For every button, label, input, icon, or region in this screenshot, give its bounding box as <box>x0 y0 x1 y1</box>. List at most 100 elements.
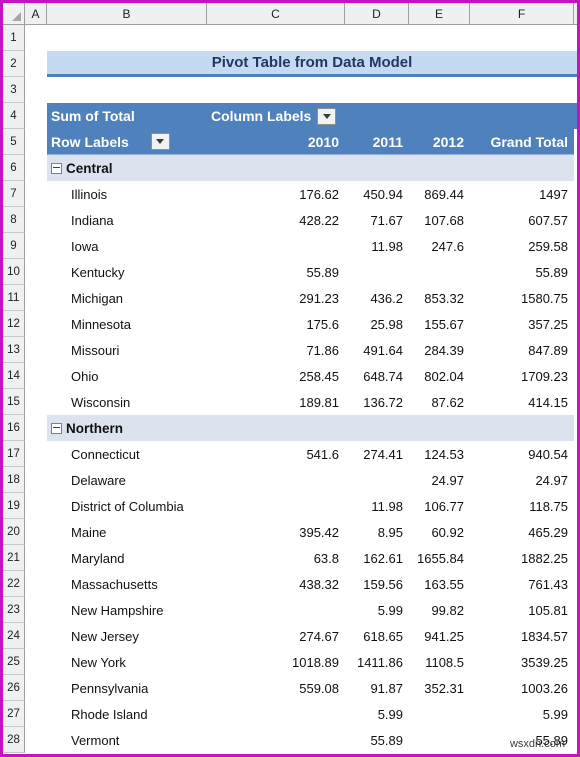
empty-cell[interactable] <box>470 77 574 103</box>
value-cell-v2010[interactable]: 55.89 <box>207 259 345 285</box>
empty-cell[interactable] <box>25 597 47 623</box>
value-cell-v2012[interactable]: 155.67 <box>409 311 470 337</box>
row-label-cell[interactable]: Delaware <box>47 467 207 493</box>
empty-cell[interactable] <box>470 25 574 51</box>
empty-cell[interactable] <box>409 77 470 103</box>
row-label-cell[interactable]: New Jersey <box>47 623 207 649</box>
value-cell-total[interactable]: 357.25 <box>470 311 574 337</box>
value-cell-total[interactable]: 24.97 <box>470 467 574 493</box>
group-empty-cell[interactable] <box>345 155 409 181</box>
row-label-cell[interactable]: Iowa <box>47 233 207 259</box>
group-empty-cell[interactable] <box>207 155 345 181</box>
value-cell-v2012[interactable]: 124.53 <box>409 441 470 467</box>
group-empty-cell[interactable] <box>409 155 470 181</box>
collapse-minus-icon[interactable] <box>51 162 62 174</box>
row-label-cell[interactable]: Pennsylvania <box>47 675 207 701</box>
value-cell-v2011[interactable]: 162.61 <box>345 545 409 571</box>
value-cell-v2010[interactable]: 1018.89 <box>207 649 345 675</box>
value-cell-v2011[interactable]: 5.99 <box>345 597 409 623</box>
empty-cell[interactable] <box>25 493 47 519</box>
value-cell-v2011[interactable]: 71.67 <box>345 207 409 233</box>
value-cell-v2012[interactable]: 87.62 <box>409 389 470 415</box>
value-cell-v2010[interactable]: 71.86 <box>207 337 345 363</box>
value-cell-v2011[interactable]: 136.72 <box>345 389 409 415</box>
row-header-22[interactable]: 22 <box>3 571 25 597</box>
value-cell-v2010[interactable] <box>207 727 345 753</box>
row-label-cell[interactable]: Ohio <box>47 363 207 389</box>
value-cell-v2012[interactable]: 869.44 <box>409 181 470 207</box>
value-cell-total[interactable]: 1003.26 <box>470 675 574 701</box>
empty-cell[interactable] <box>25 207 47 233</box>
value-cell-v2012[interactable]: 247.6 <box>409 233 470 259</box>
row-header-14[interactable]: 14 <box>3 363 25 389</box>
value-cell-v2010[interactable]: 189.81 <box>207 389 345 415</box>
value-cell-v2011[interactable]: 8.95 <box>345 519 409 545</box>
value-cell-v2011[interactable]: 491.64 <box>345 337 409 363</box>
row-header-1[interactable]: 1 <box>3 25 25 51</box>
row-header-4[interactable]: 4 <box>3 103 25 129</box>
group-empty-cell[interactable] <box>207 415 345 441</box>
value-cell-v2011[interactable] <box>345 259 409 285</box>
group-header-northern[interactable]: Northern <box>47 415 207 441</box>
empty-cell[interactable] <box>25 649 47 675</box>
empty-cell[interactable] <box>25 181 47 207</box>
empty-cell[interactable] <box>25 623 47 649</box>
row-header-27[interactable]: 27 <box>3 701 25 727</box>
value-cell-v2010[interactable]: 438.32 <box>207 571 345 597</box>
value-cell-v2010[interactable]: 175.6 <box>207 311 345 337</box>
value-cell-total[interactable]: 1580.75 <box>470 285 574 311</box>
column-header-a[interactable]: A <box>25 3 47 24</box>
value-cell-v2012[interactable]: 853.32 <box>409 285 470 311</box>
empty-cell[interactable] <box>25 389 47 415</box>
empty-cell[interactable] <box>207 25 345 51</box>
row-header-13[interactable]: 13 <box>3 337 25 363</box>
value-cell-v2011[interactable]: 11.98 <box>345 493 409 519</box>
row-labels-filter-dropdown-icon[interactable] <box>150 133 170 150</box>
row-label-cell[interactable]: Connecticut <box>47 441 207 467</box>
row-label-cell[interactable]: Missouri <box>47 337 207 363</box>
row-header-9[interactable]: 9 <box>3 233 25 259</box>
empty-cell[interactable] <box>25 675 47 701</box>
row-labels-header[interactable]: Row Labels <box>47 129 207 155</box>
value-cell-v2012[interactable]: 60.92 <box>409 519 470 545</box>
group-empty-cell[interactable] <box>470 415 574 441</box>
row-header-10[interactable]: 10 <box>3 259 25 285</box>
column-header-2012[interactable]: 2012 <box>409 129 470 155</box>
value-cell-total[interactable]: 847.89 <box>470 337 574 363</box>
empty-cell[interactable] <box>25 311 47 337</box>
empty-cell[interactable] <box>25 259 47 285</box>
empty-cell[interactable] <box>25 441 47 467</box>
value-cell-v2010[interactable] <box>207 493 345 519</box>
value-cell-v2010[interactable]: 176.62 <box>207 181 345 207</box>
row-label-cell[interactable]: Minnesota <box>47 311 207 337</box>
empty-cell[interactable] <box>25 103 47 129</box>
row-label-cell[interactable]: Rhode Island <box>47 701 207 727</box>
value-cell-v2010[interactable] <box>207 233 345 259</box>
column-header-f[interactable]: F <box>470 3 574 24</box>
empty-cell[interactable] <box>25 25 47 51</box>
value-cell-total[interactable]: 1834.57 <box>470 623 574 649</box>
value-cell-total[interactable]: 940.54 <box>470 441 574 467</box>
value-cell-v2011[interactable] <box>345 467 409 493</box>
value-cell-total[interactable]: 5.99 <box>470 701 574 727</box>
empty-cell[interactable] <box>25 727 47 753</box>
row-label-cell[interactable]: Illinois <box>47 181 207 207</box>
value-cell-v2010[interactable]: 291.23 <box>207 285 345 311</box>
value-cell-total[interactable]: 259.58 <box>470 233 574 259</box>
row-label-cell[interactable]: Massachusetts <box>47 571 207 597</box>
row-label-cell[interactable]: Maine <box>47 519 207 545</box>
value-cell-v2012[interactable]: 802.04 <box>409 363 470 389</box>
empty-cell[interactable] <box>47 77 207 103</box>
empty-cell[interactable] <box>25 701 47 727</box>
value-cell-v2010[interactable]: 258.45 <box>207 363 345 389</box>
empty-cell[interactable] <box>25 129 47 155</box>
value-cell-total[interactable]: 465.29 <box>470 519 574 545</box>
select-all-button[interactable] <box>3 3 25 24</box>
empty-cell[interactable] <box>25 77 47 103</box>
row-header-23[interactable]: 23 <box>3 597 25 623</box>
column-labels-filter-dropdown-icon[interactable] <box>317 107 337 125</box>
value-cell-v2011[interactable]: 55.89 <box>345 727 409 753</box>
empty-cell[interactable] <box>345 25 409 51</box>
value-cell-v2011[interactable]: 450.94 <box>345 181 409 207</box>
value-cell-v2011[interactable]: 159.56 <box>345 571 409 597</box>
